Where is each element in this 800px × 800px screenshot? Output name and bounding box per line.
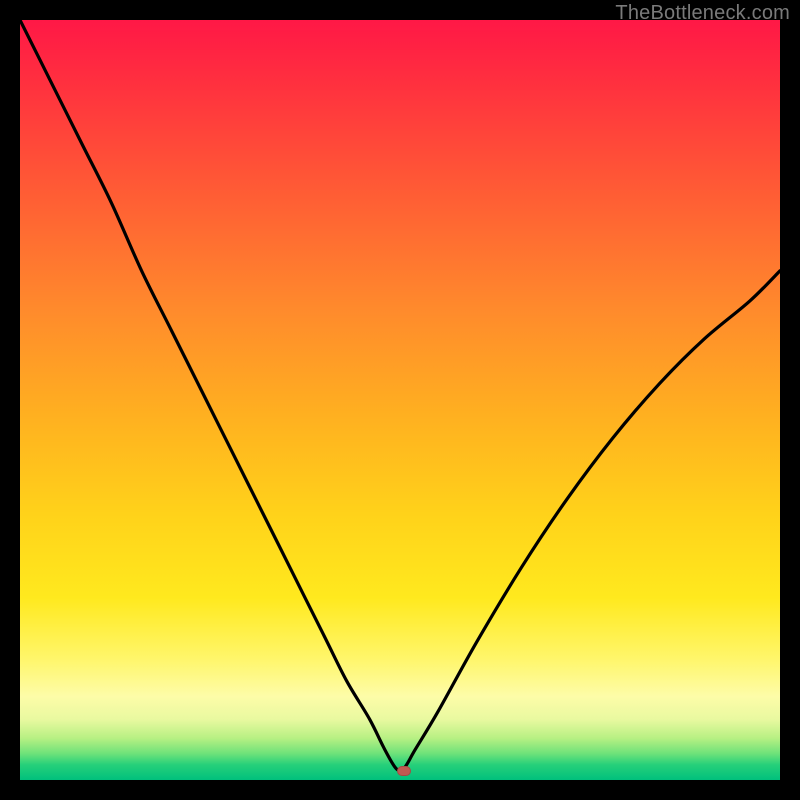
optimum-marker: [397, 766, 411, 776]
watermark-text: TheBottleneck.com: [615, 2, 790, 25]
outer-frame: TheBottleneck.com: [0, 0, 800, 800]
bottleneck-curve: [20, 20, 780, 780]
